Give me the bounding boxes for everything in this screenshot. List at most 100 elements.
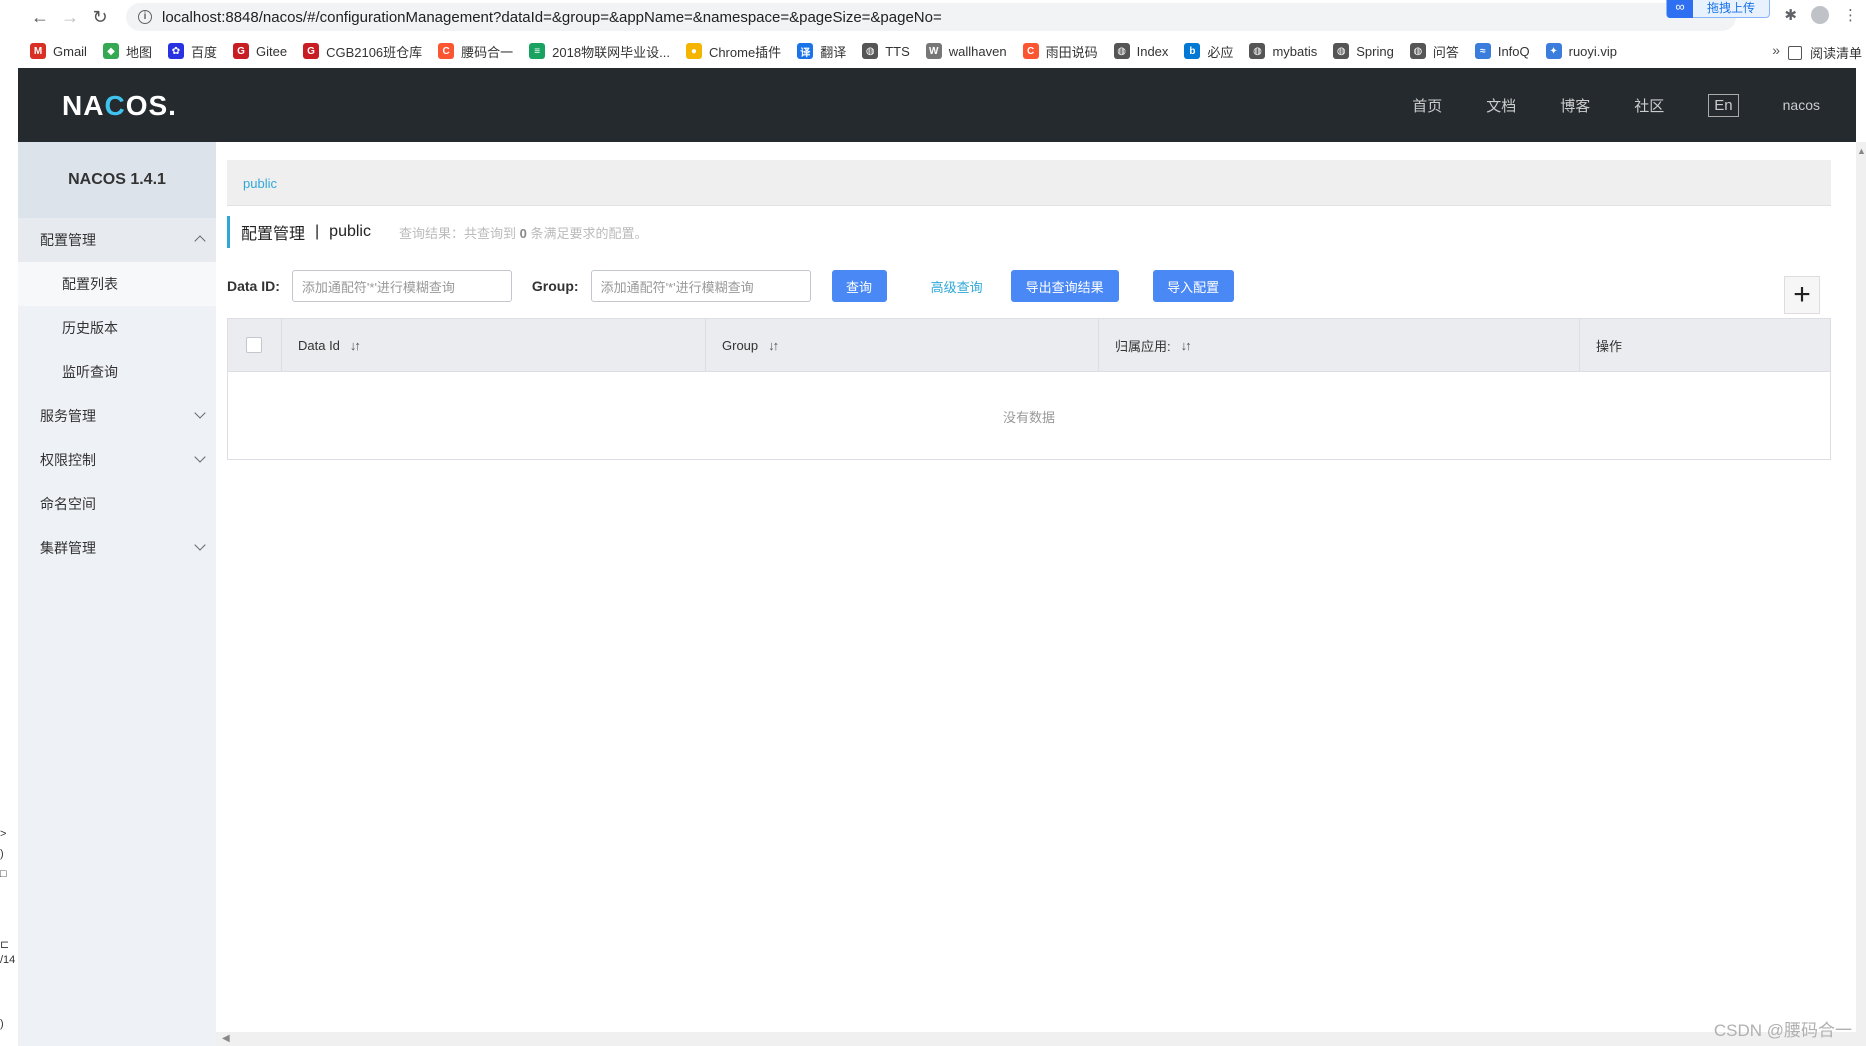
bookmark-favicon-icon: ✿ [167, 43, 184, 59]
sidebar-item-namespace[interactable]: 命名空间 [18, 482, 216, 526]
select-all-cell [228, 319, 282, 371]
sidebar-item-config-management[interactable]: 配置管理 [18, 218, 216, 262]
watermark: CSDN @腰码合一 [1713, 1021, 1852, 1040]
bookmark-item[interactable]: 译翻译 [797, 42, 846, 61]
reading-list-button[interactable]: 阅读清单 [1787, 43, 1862, 62]
sidebar-item-label: 权限控制 [40, 452, 96, 468]
bookmark-item[interactable]: ◍ mybatis [1249, 43, 1317, 59]
bookmark-favicon-icon: ◍ [1333, 43, 1350, 59]
horizontal-scrollbar[interactable]: ◀ [216, 1032, 1856, 1046]
browser-toolbar: ← → ↻ i localhost:8848/nacos/#/configura… [0, 0, 1866, 34]
import-config-button[interactable]: 导入配置 [1152, 270, 1234, 302]
nav-blog[interactable]: 博客 [1560, 95, 1590, 116]
sort-icon[interactable]: ↓↑ [768, 338, 779, 353]
bookmark-favicon-icon: ◍ [1249, 43, 1266, 59]
forward-icon[interactable]: → [58, 5, 82, 29]
reload-icon[interactable]: ↻ [88, 5, 112, 29]
bookmark-label: ruoyi.vip [1568, 43, 1618, 59]
bookmark-item[interactable]: ◆ 地图 [102, 42, 152, 61]
nacos-logo[interactable]: NACOS. [62, 90, 177, 122]
bookmark-item[interactable]: M Gmail [30, 43, 87, 59]
scroll-left-icon[interactable]: ◀ [222, 1033, 230, 1044]
bookmark-item[interactable]: ◍ 问答 [1409, 42, 1459, 61]
bookmark-item[interactable]: G Gitee [232, 43, 287, 59]
bookmark-label: Gmail [53, 43, 87, 59]
address-bar[interactable]: i localhost:8848/nacos/#/configurationMa… [126, 3, 1736, 31]
select-all-checkbox[interactable] [246, 337, 262, 353]
site-info-icon[interactable]: i [138, 10, 152, 24]
bookmark-label: InfoQ [1497, 43, 1530, 59]
url-text: localhost:8848/nacos/#/configurationMana… [162, 8, 942, 26]
bookmark-label: wallhaven [948, 43, 1007, 59]
advanced-query-link[interactable]: 高级查询 [931, 277, 983, 296]
vertical-scrollbar[interactable]: ▲ [1856, 142, 1866, 1046]
sidebar-item-config-list[interactable]: 配置列表 [18, 262, 216, 306]
bookmark-favicon-icon: ◆ [102, 43, 119, 59]
bookmark-item[interactable]: ✦ ruoyi.vip [1545, 43, 1618, 59]
bookmark-label: 问答 [1432, 44, 1459, 60]
bookmark-favicon-icon: W [925, 43, 942, 59]
table-header: Data Id ↓↑ Group ↓↑ 归属应用: ↓↑ 操作 [228, 319, 1830, 372]
bookmark-item[interactable]: ◍ Spring [1333, 43, 1394, 59]
bookmark-label: TTS [885, 43, 910, 59]
bookmark-item[interactable]: ✿ 百度 [167, 42, 217, 61]
sidebar-item-cluster[interactable]: 集群管理 [18, 526, 216, 570]
bookmark-label: 必应 [1207, 44, 1234, 60]
back-icon[interactable]: ← [28, 5, 52, 29]
bookmark-item[interactable]: ● Chrome插件 [685, 42, 781, 61]
bookmark-item[interactable]: C 腰码合一 [438, 42, 513, 61]
bookmark-label: 地图 [125, 44, 152, 60]
group-input[interactable]: 添加通配符'*'进行模糊查询 [590, 270, 811, 302]
desktop-glyph-icon: /14 [0, 954, 16, 966]
nav-community[interactable]: 社区 [1634, 95, 1664, 116]
sort-icon[interactable]: ↓↑ [350, 338, 361, 353]
sidebar-item-permission[interactable]: 权限控制 [18, 438, 216, 482]
sidebar-item-listen-query[interactable]: 监听查询 [18, 350, 216, 394]
sidebar-item-label: 配置管理 [40, 232, 96, 248]
bookmark-favicon-icon: C [438, 43, 455, 59]
desktop-glyph-icon: ) [0, 1018, 4, 1030]
nav-home[interactable]: 首页 [1412, 95, 1442, 116]
title-separator: | [315, 223, 320, 240]
bookmark-item[interactable]: G CGB2106班仓库 [303, 42, 422, 61]
bookmarks-overflow-icon[interactable]: » [1772, 42, 1780, 58]
column-data-id[interactable]: Data Id ↓↑ [282, 319, 706, 371]
bookmark-label: 翻译 [820, 44, 847, 60]
user-menu[interactable]: nacos [1783, 97, 1820, 113]
query-result-summary: 查询结果：共查询到 0 条满足要求的配置。 [398, 225, 648, 241]
bookmark-item[interactable]: ≡ 2018物联网毕业设... [529, 42, 670, 61]
namespace-tab-public[interactable]: public [243, 176, 277, 191]
desktop-edge: > ) □ ⊏ /14 ) [0, 68, 18, 1046]
profile-icon[interactable] [1811, 6, 1829, 24]
bookmark-favicon-icon: ≈ [1474, 43, 1491, 59]
menu-icon[interactable]: ⋮ [1843, 6, 1858, 24]
extensions-icon[interactable]: ✱ [1784, 6, 1797, 24]
language-switch-button[interactable]: En [1708, 93, 1739, 117]
bookmark-favicon-icon: C [1022, 43, 1039, 59]
column-app[interactable]: 归属应用: ↓↑ [1099, 319, 1580, 371]
export-results-button[interactable]: 导出查询结果 [1010, 270, 1119, 302]
dataid-input[interactable]: 添加通配符'*'进行模糊查询 [291, 270, 512, 302]
reading-list-label: 阅读清单 [1809, 46, 1862, 61]
sidebar-item-history[interactable]: 历史版本 [18, 306, 216, 350]
nav-docs[interactable]: 文档 [1486, 95, 1516, 116]
sidebar-item-service-management[interactable]: 服务管理 [18, 394, 216, 438]
bookmark-label: Spring [1356, 43, 1394, 59]
bookmark-item[interactable]: ≈ InfoQ [1474, 43, 1530, 59]
sort-icon[interactable]: ↓↑ [1181, 338, 1192, 353]
bookmark-item[interactable]: Wwallhaven [925, 43, 1007, 59]
bookmark-label: 2018物联网毕业设... [552, 44, 670, 60]
desktop-glyph-icon: > [0, 828, 7, 840]
column-group[interactable]: Group ↓↑ [706, 319, 1099, 371]
bookmark-item[interactable]: b 必应 [1184, 42, 1233, 61]
add-config-button[interactable]: + [1784, 276, 1820, 314]
query-button[interactable]: 查询 [831, 270, 887, 302]
bookmark-label: Index [1136, 43, 1169, 59]
scroll-up-icon[interactable]: ▲ [1857, 146, 1866, 156]
bookmark-item[interactable]: ◍ Index [1113, 43, 1169, 59]
bookmark-item[interactable]: C 雨田说码 [1022, 42, 1098, 61]
sidebar-item-label: 服务管理 [40, 408, 96, 424]
bookmark-item[interactable]: ◍ TTS [862, 43, 910, 59]
upload-extension[interactable]: ∞ 拖拽上传 [1666, 0, 1770, 18]
desktop-glyph-icon: ⊏ [0, 939, 10, 951]
